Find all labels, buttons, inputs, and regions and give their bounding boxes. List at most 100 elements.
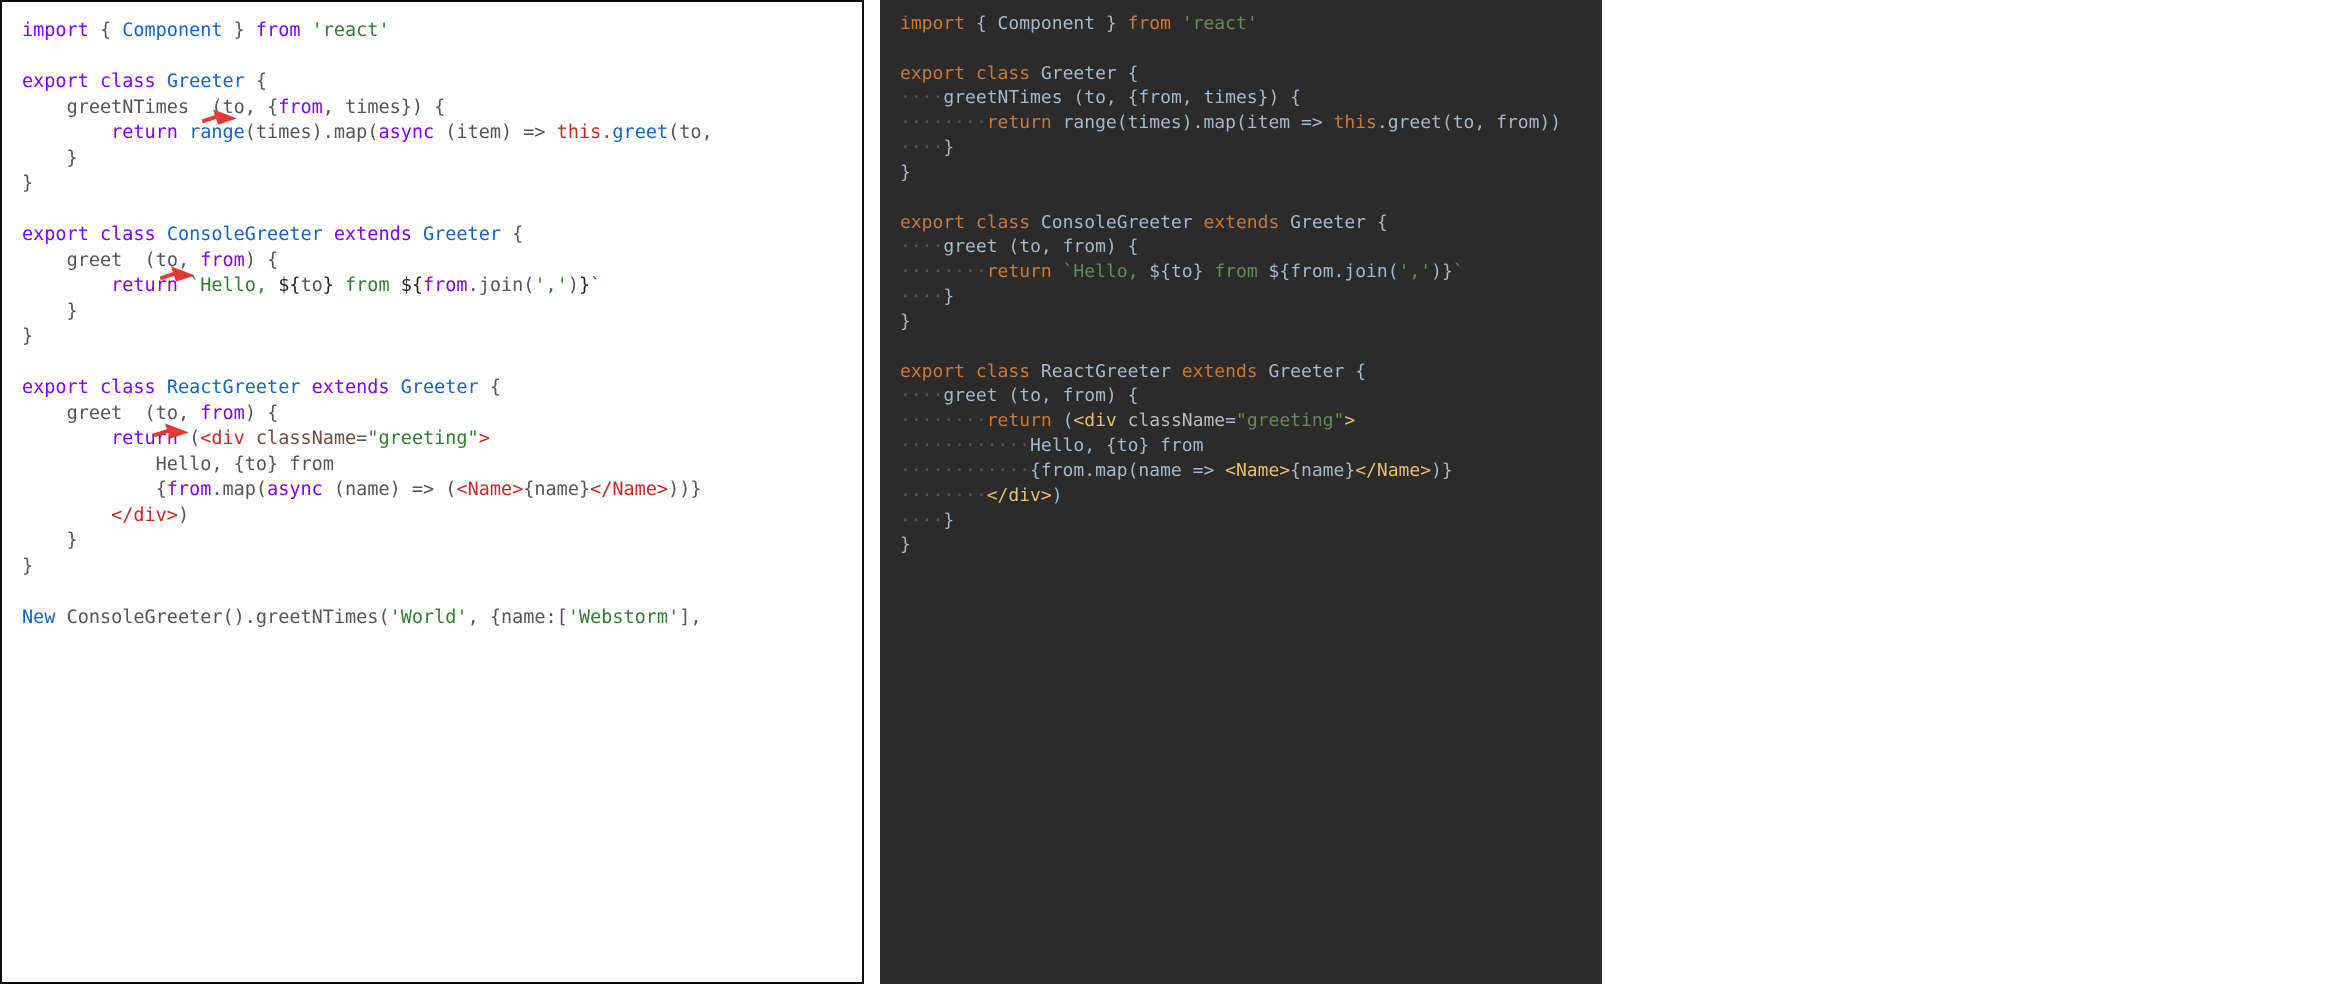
code-line[interactable]: import { Component } from 'react' [22,18,850,44]
code-token: ········ [900,261,987,282]
code-token: ( [668,122,679,143]
code-token: ',' [1399,261,1432,282]
code-line[interactable]: ············{from.map(name => <Name>{nam… [900,459,1590,484]
code-token: , [702,122,713,143]
code-line[interactable]: {from.map(async (name) => (<Name>{name}<… [22,477,850,503]
code-token [390,377,401,398]
code-token: } [579,479,590,500]
code-token: )} [1431,460,1453,481]
code-line[interactable] [900,335,1590,360]
code-token: } [22,301,78,322]
code-token: } [22,173,33,194]
code-token [89,224,100,245]
code-token: from [200,403,245,424]
code-line[interactable]: export class ConsoleGreeter extends Gree… [22,222,850,248]
code-line[interactable]: } [22,324,850,350]
code-line[interactable]: import { Component } from 'react' [900,12,1590,37]
code-line[interactable]: } [900,161,1590,186]
code-line[interactable]: } [22,299,850,325]
code-token: extends [334,224,412,245]
code-token: = [1225,410,1236,431]
code-token: 'react' [1182,13,1258,34]
code-token: (to, from) { [1008,236,1138,257]
code-line[interactable]: } [22,554,850,580]
code-token: . [601,122,612,143]
code-line[interactable]: ····} [900,509,1590,534]
code-line[interactable]: ····greet (to, from) { [900,384,1590,409]
code-pane-dark[interactable]: import { Component } from 'react' export… [880,0,1602,984]
code-token: extends [312,377,390,398]
code-line[interactable]: } [900,533,1590,558]
code-token: :[ [546,607,568,628]
code-token: { [245,71,278,92]
code-token: from [200,250,245,271]
code-line[interactable]: } [22,171,850,197]
code-token [300,20,311,41]
code-pane-light[interactable]: import { Component } from 'react' export… [0,0,864,984]
code-line[interactable]: export class ConsoleGreeter extends Gree… [900,211,1590,236]
code-token: } [323,275,334,296]
code-token [22,403,67,424]
code-token: ( [523,275,534,296]
code-line[interactable]: </div>) [22,503,850,529]
code-line[interactable]: New ConsoleGreeter().greetNTimes('World'… [22,605,850,631]
code-token: Hello, { [22,454,245,475]
code-token: , [323,97,345,118]
code-token: ( [122,250,155,271]
code-line[interactable]: export class Greeter { [900,62,1590,87]
code-line[interactable]: } [900,310,1590,335]
code-line[interactable]: greetNTimes (to, {from, times}) { [22,95,850,121]
code-line[interactable]: return `Hello, ${to} from ${from.join(',… [22,273,850,299]
code-token: export [22,224,89,245]
code-token: join [479,275,524,296]
code-token [22,250,67,271]
code-line[interactable]: ············Hello, {to} from [900,434,1590,459]
code-token: { [1355,361,1366,382]
code-line[interactable] [22,197,850,223]
code-line[interactable]: export class ReactGreeter extends Greete… [22,375,850,401]
code-line[interactable]: greet (to, from) { [22,248,850,274]
code-line[interactable]: ········return `Hello, ${to} from ${from… [900,260,1590,285]
code-token [412,224,423,245]
code-line[interactable]: } [22,528,850,554]
code-token: ${ [401,275,423,296]
code-line[interactable]: export class ReactGreeter extends Greete… [900,360,1590,385]
code-line[interactable] [22,44,850,70]
code-line[interactable]: Hello, {to} from [22,452,850,478]
code-token: </Name> [590,479,668,500]
code-line[interactable]: ····} [900,285,1590,310]
code-line[interactable]: ····greetNTimes (to, {from, times}) { [900,86,1590,111]
code-line[interactable] [22,350,850,376]
code-token: ···· [900,137,943,158]
code-token: to [156,403,178,424]
code-line[interactable]: return (<div className="greeting"> [22,426,850,452]
code-line[interactable]: return range(times).map(async (item) => … [22,120,850,146]
code-line[interactable]: ········return range(times).map(item => … [900,111,1590,136]
code-token: , { [245,97,278,118]
code-token: ))} [668,479,701,500]
code-line[interactable]: greet (to, from) { [22,401,850,427]
code-line[interactable]: ····} [900,136,1590,161]
code-token: Component [998,13,1096,34]
code-token: greet [67,403,123,424]
code-line[interactable]: export class Greeter { [22,69,850,95]
code-token: Greeter [1268,361,1355,382]
code-token: export [22,71,89,92]
code-line[interactable] [900,37,1590,62]
code-line[interactable] [22,579,850,605]
code-token: , [178,250,200,271]
code-line[interactable]: ····greet (to, from) { [900,235,1590,260]
code-token: this [1334,112,1377,133]
code-line[interactable]: } [22,146,850,172]
code-line[interactable]: ········</div>) [900,484,1590,509]
code-line[interactable]: ········return (<div className="greeting… [900,409,1590,434]
code-token: } from [267,454,334,475]
code-token [323,224,334,245]
code-token: } [223,20,256,41]
code-line[interactable] [900,186,1590,211]
code-token: <div [200,428,256,449]
code-token: }) { [401,97,446,118]
code-token: times [345,97,401,118]
code-token: {name} [1290,460,1355,481]
code-token: {from.map(name => [1030,460,1225,481]
